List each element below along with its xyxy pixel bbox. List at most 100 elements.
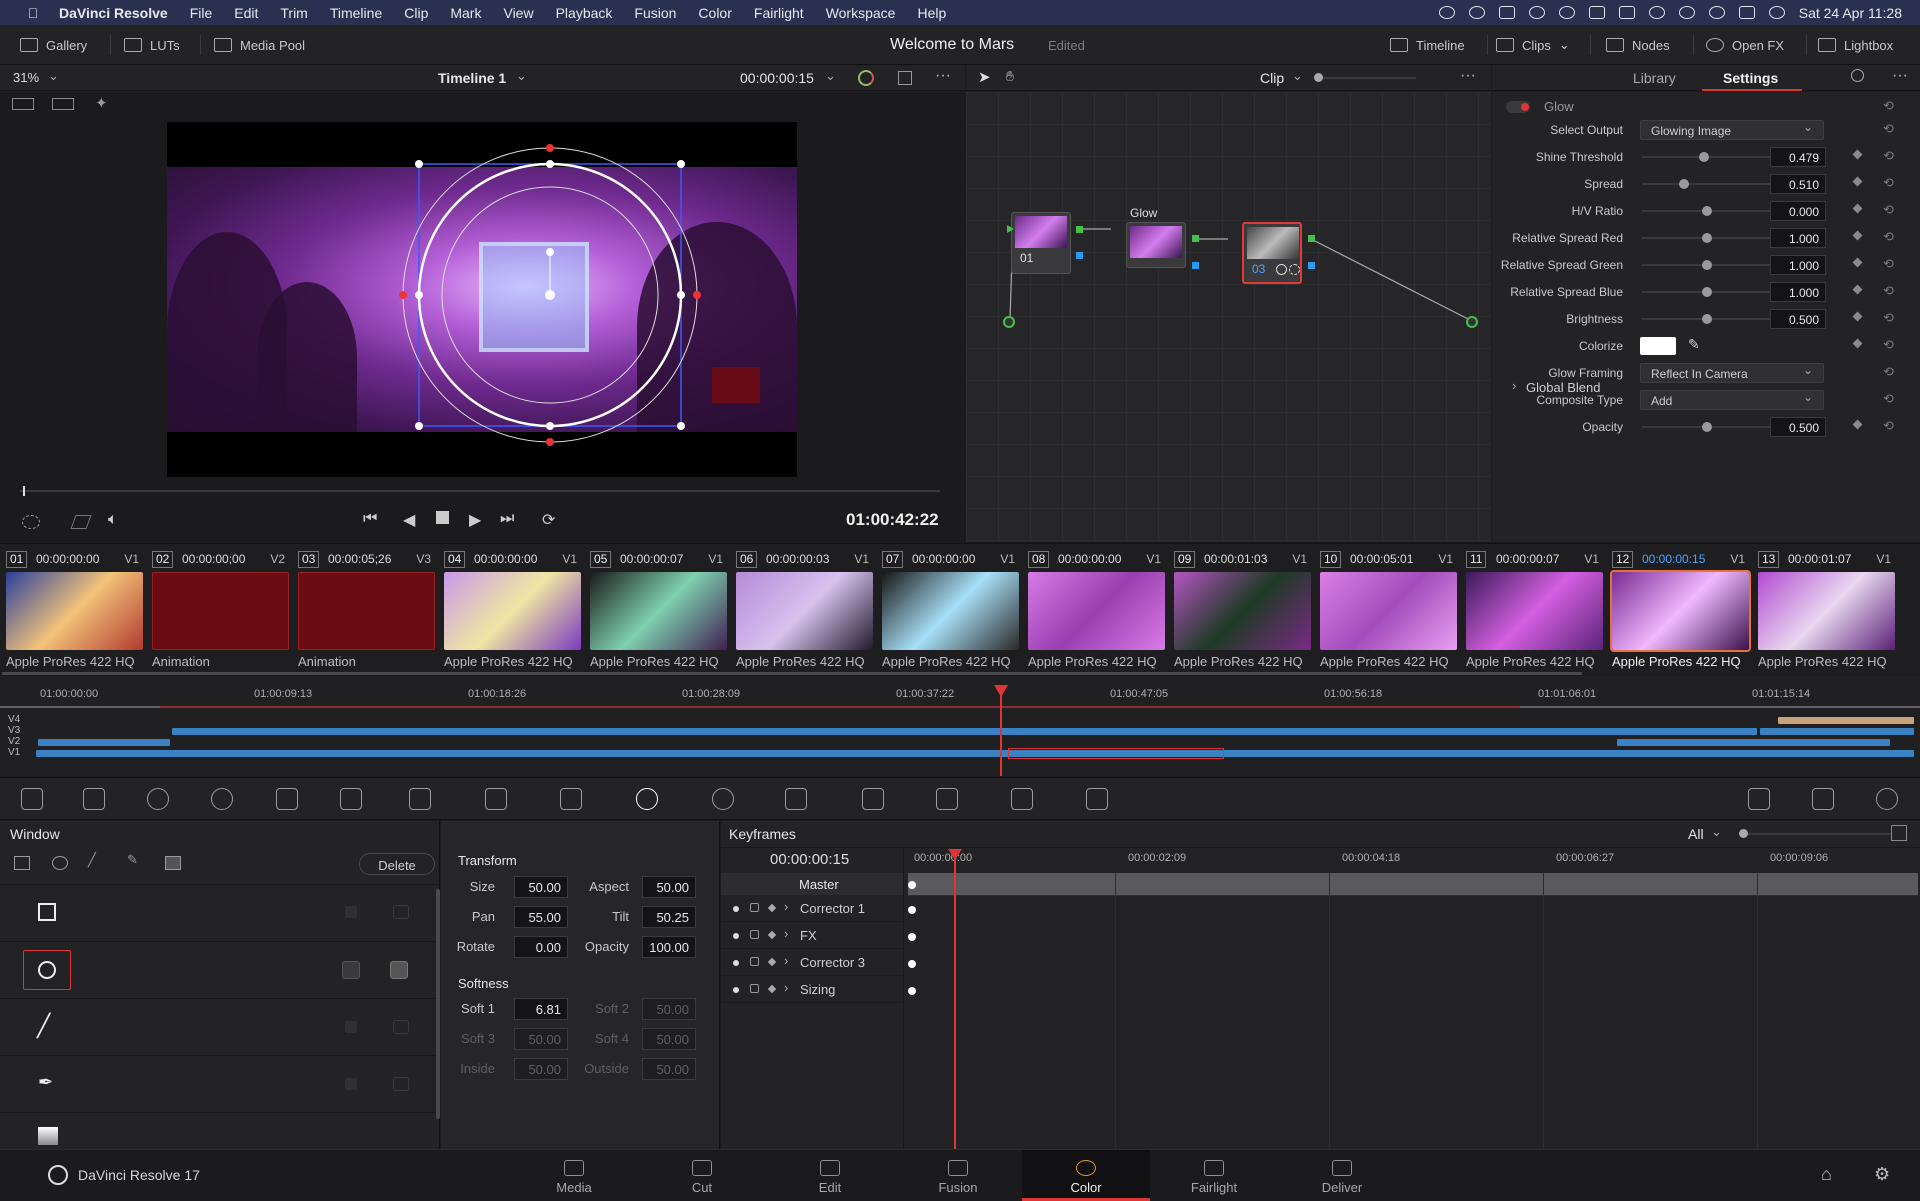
play-icon[interactable] [1558,6,1575,19]
menu-file[interactable]: File [179,5,224,21]
keyframe-diamond-icon[interactable] [1852,176,1863,187]
clips-scrollbar[interactable] [2,672,1582,675]
page-tab-cut[interactable]: Cut [638,1150,766,1201]
param-slider-knob[interactable] [1679,179,1690,189]
clip-thumbnail[interactable]: 02 00:00:00;00 V2 Animation [146,550,289,670]
track-clip[interactable] [36,750,1914,757]
keyframe-track-row[interactable]: › Corrector 1 [721,895,903,922]
battery-icon[interactable] [1618,6,1635,19]
menubar-clock[interactable]: Sat 24 Apr 11:28 [1799,5,1902,21]
colorize-swatch[interactable] [1640,337,1676,355]
reset-icon[interactable]: ⟲ [1883,121,1894,137]
play-icon[interactable]: ▶︎ [469,510,481,530]
home-icon[interactable]: ⌂ [1821,1164,1832,1185]
clip-thumbnail[interactable]: 09 00:00:01:03 V1 Apple ProRes 422 HQ [1168,550,1311,670]
user-icon[interactable] [1678,6,1695,19]
track-enable-dot[interactable] [733,960,739,966]
window-enable-toggle[interactable] [345,1078,357,1090]
add-gradient-window-icon[interactable] [165,856,181,870]
rgb-mixer-icon[interactable] [276,788,298,810]
clip-thumbnail[interactable]: 03 00:00:05;26 V3 Animation [292,550,435,670]
node-glow[interactable] [1126,222,1186,268]
reset-icon[interactable]: ⟲ [1883,148,1894,164]
reset-icon[interactable]: ⟲ [1883,337,1894,353]
param-slider[interactable] [1642,233,1772,243]
soft4-field[interactable]: 50.00 [642,1028,696,1050]
key-icon[interactable] [936,788,958,810]
nodes-toggle-button[interactable]: Nodes [1606,25,1670,65]
viewer-timecode[interactable]: 00:00:00:15 [740,70,814,86]
param-value-field[interactable]: 0.510 [1770,174,1826,194]
window-invert-toggle[interactable] [393,905,409,919]
layers-icon[interactable] [70,515,92,529]
3d-icon[interactable] [1086,788,1108,810]
menu-app-name[interactable]: DaVinci Resolve [48,5,179,21]
chevron-right-icon[interactable]: › [784,953,788,968]
menu-playback[interactable]: Playback [545,5,624,21]
expand-panel-icon[interactable] [1891,825,1907,841]
window-invert-toggle[interactable] [393,1020,409,1034]
param-slider[interactable] [1642,287,1772,297]
page-tab-edit[interactable]: Edit [766,1150,894,1201]
node-graph[interactable]: 01 Glow 03 [966,92,1491,542]
param-slider-knob[interactable] [1702,260,1712,270]
node-03[interactable]: 03 [1242,222,1302,284]
timeline-name[interactable]: Timeline 1 [438,70,506,86]
single-viewer-icon[interactable] [12,98,34,110]
soft3-field[interactable]: 50.00 [514,1028,568,1050]
open-fx-button[interactable]: Open FX [1706,25,1784,65]
keyframe-diamond-icon[interactable] [767,903,777,913]
lock-icon[interactable] [750,930,759,939]
menu-edit[interactable]: Edit [223,5,269,21]
reset-icon[interactable]: ⟲ [1883,175,1894,191]
node-01[interactable]: 01 [1011,212,1071,274]
param-slider-knob[interactable] [1702,206,1712,216]
hand-icon[interactable]: ✋︎ [1006,68,1014,85]
window-enable-toggle[interactable] [345,1021,357,1033]
window-enable-toggle[interactable] [342,961,360,979]
window-overlay-icon[interactable] [22,515,40,529]
keyframe-diamond-icon[interactable] [767,984,777,994]
param-dropdown[interactable]: Reflect In Camera [1640,363,1824,383]
lock-icon[interactable] [750,984,759,993]
keyframe-zoom-slider[interactable] [1741,833,1891,835]
param-slider[interactable] [1642,206,1772,216]
chevron-right-icon[interactable]: › [1512,378,1516,393]
param-slider[interactable] [1642,422,1772,432]
keyframe-diamond-icon[interactable] [1852,311,1863,322]
clip-thumbnail[interactable]: 13 00:00:01:07 V1 Apple ProRes 422 HQ [1752,550,1895,670]
menu-clip[interactable]: Clip [393,5,439,21]
output-port[interactable] [1192,262,1199,269]
keyframe-diamond-icon[interactable] [1852,149,1863,160]
add-circle-window-icon[interactable] [52,856,68,870]
more-options-icon[interactable]: ··· [1892,67,1908,85]
clip-thumbnail[interactable]: 12 00:00:00:15 V1 Apple ProRes 422 HQ [1606,550,1751,670]
clip-thumbnail[interactable]: 05 00:00:00:07 V1 Apple ProRes 422 HQ [584,550,727,670]
timeline-toggle-button[interactable]: Timeline [1390,25,1465,65]
chevron-right-icon[interactable]: › [784,899,788,914]
keyframe-track-row[interactable]: › FX [721,922,903,949]
track-enable-dot[interactable] [733,906,739,912]
color-wheels-icon[interactable] [147,788,169,810]
add-curve-window-icon[interactable]: ✎ [127,852,138,868]
global-blend-section[interactable]: Global Blend [1526,380,1600,395]
param-slider-knob[interactable] [1702,314,1712,324]
soft2-field[interactable]: 50.00 [642,998,696,1020]
clip-thumbnail[interactable]: 11 00:00:00:07 V1 Apple ProRes 422 HQ [1460,550,1603,670]
reset-icon[interactable]: ⟲ [1883,364,1894,380]
aspect-field[interactable]: 50.00 [642,876,696,898]
menu-view[interactable]: View [492,5,544,21]
chevron-down-icon[interactable]: ⌄ [1292,68,1303,84]
tracker-icon[interactable] [712,788,734,810]
clip-thumbnail[interactable]: 04 00:00:00:00 V1 Apple ProRes 422 HQ [438,550,581,670]
window-enable-toggle[interactable] [345,906,357,918]
video-frame[interactable] [167,122,797,477]
add-square-window-icon[interactable] [14,856,30,870]
keyframe-diamond-icon[interactable] [1852,338,1863,349]
color-match-icon[interactable] [83,788,105,810]
lock-icon[interactable] [750,957,759,966]
media-pool-button[interactable]: Media Pool [214,25,305,65]
keyframe-diamond-icon[interactable] [1852,203,1863,214]
skip-to-end-icon[interactable]: ⏭︎ [500,510,514,528]
param-value-field[interactable]: 0.500 [1770,417,1826,437]
